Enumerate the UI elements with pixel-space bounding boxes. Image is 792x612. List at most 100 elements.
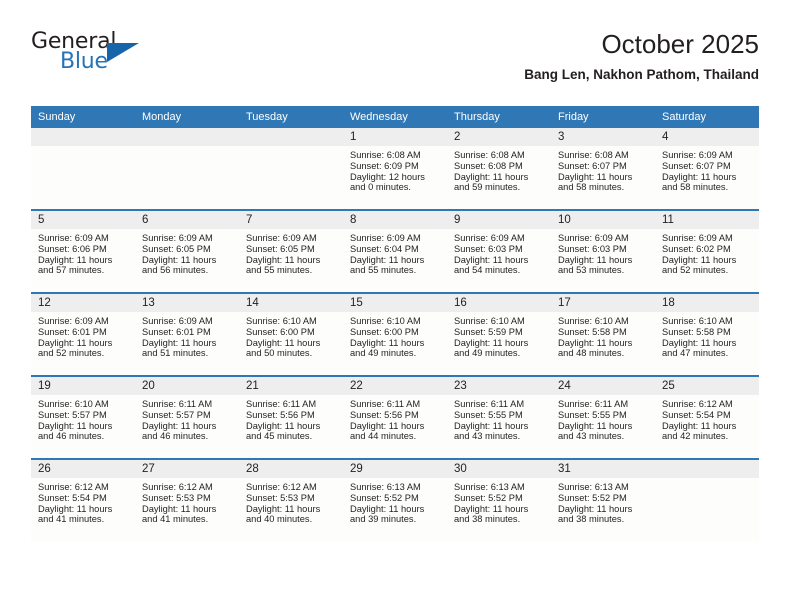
calendar-day-cell[interactable]: 1 Sunrise: 6:08 AM Sunset: 6:09 PM Daylight…	[343, 128, 447, 210]
sunrise-time: Sunrise: 6:09 AM	[142, 233, 213, 243]
day-number: 23	[447, 377, 551, 395]
day-cell-content: 10 Sunrise: 6:09 AM Sunset: 6:03 PM Dayligh…	[551, 211, 655, 292]
daylight-duration-line1: Daylight: 12 hours	[350, 171, 425, 182]
calendar-day-cell[interactable]: 27 Sunrise: 6:12 AM Sunset: 5:53 PM Dayligh…	[135, 458, 239, 541]
calendar-day-cell[interactable]: 14 Sunrise: 6:10 AM Sunset: 6:00 PM Dayligh…	[239, 292, 343, 376]
sunrise-time: Sunrise: 6:10 AM	[38, 399, 109, 409]
day-number: 18	[655, 294, 759, 312]
day-number	[655, 460, 759, 478]
daylight-duration-line2: and 55 minutes.	[246, 265, 313, 276]
calendar-day-cell[interactable]: 11 Sunrise: 6:09 AM Sunset: 6:02 PM Dayligh…	[655, 209, 759, 293]
daylight-duration-line2: and 49 minutes.	[454, 348, 521, 359]
calendar-day-cell[interactable]: 12 Sunrise: 6:09 AM Sunset: 6:01 PM Dayligh…	[31, 292, 135, 376]
daylight-duration-line1: Daylight: 11 hours	[142, 337, 217, 348]
daylight-duration-line1: Daylight: 11 hours	[454, 254, 529, 265]
calendar-day-cell[interactable]: 31 Sunrise: 6:13 AM Sunset: 5:52 PM Dayligh…	[551, 458, 655, 541]
sunrise-time: Sunrise: 6:09 AM	[662, 233, 733, 243]
sunset-time: Sunset: 5:56 PM	[246, 409, 315, 420]
calendar-day-cell[interactable]: 18 Sunrise: 6:10 AM Sunset: 5:58 PM Dayligh…	[655, 292, 759, 376]
calendar-day-cell[interactable]: 2 Sunrise: 6:08 AM Sunset: 6:08 PM Daylight…	[447, 128, 551, 210]
calendar-day-cell[interactable]: 8 Sunrise: 6:09 AM Sunset: 6:04 PM Daylight…	[343, 209, 447, 293]
calendar-day-cell[interactable]: 3 Sunrise: 6:08 AM Sunset: 6:07 PM Daylight…	[551, 128, 655, 210]
sunrise-sunset-calendar: Sunday Monday Tuesday Wednesday Thursday…	[31, 106, 759, 541]
sunrise-time: Sunrise: 6:10 AM	[662, 316, 733, 326]
generalblue-logo[interactable]: General Blue	[31, 30, 166, 80]
daylight-duration-line1: Daylight: 11 hours	[454, 171, 529, 182]
weekday-header-wednesday: Wednesday	[343, 106, 447, 128]
sunset-time: Sunset: 5:52 PM	[350, 492, 419, 503]
calendar-week-row: 12 Sunrise: 6:09 AM Sunset: 6:01 PM Dayligh…	[31, 292, 759, 376]
calendar-day-cell[interactable]: 5 Sunrise: 6:09 AM Sunset: 6:06 PM Daylight…	[31, 209, 135, 293]
calendar-day-cell[interactable]: 9 Sunrise: 6:09 AM Sunset: 6:03 PM Daylight…	[447, 209, 551, 293]
weekday-header-saturday: Saturday	[655, 106, 759, 128]
calendar-day-cell[interactable]: 17 Sunrise: 6:10 AM Sunset: 5:58 PM Dayligh…	[551, 292, 655, 376]
calendar-day-cell[interactable]: 6 Sunrise: 6:09 AM Sunset: 6:05 PM Daylight…	[135, 209, 239, 293]
daylight-duration-line2: and 58 minutes.	[558, 182, 625, 193]
title-block: October 2025 Bang Len, Nakhon Pathom, Th…	[524, 28, 759, 85]
daylight-duration-line1: Daylight: 11 hours	[38, 254, 113, 265]
sunset-time: Sunset: 6:07 PM	[662, 160, 731, 171]
sunrise-time: Sunrise: 6:11 AM	[142, 399, 213, 409]
calendar-day-cell[interactable]: 19 Sunrise: 6:10 AM Sunset: 5:57 PM Dayligh…	[31, 375, 135, 459]
calendar-day-cell[interactable]: 4 Sunrise: 6:09 AM Sunset: 6:07 PM Daylight…	[655, 128, 759, 210]
calendar-day-cell[interactable]: 15 Sunrise: 6:10 AM Sunset: 6:00 PM Dayligh…	[343, 292, 447, 376]
daylight-duration-line2: and 46 minutes.	[142, 431, 209, 442]
day-cell-content: 24 Sunrise: 6:11 AM Sunset: 5:55 PM Dayligh…	[551, 377, 655, 458]
day-number: 31	[551, 460, 655, 478]
calendar-day-cell[interactable]: 26 Sunrise: 6:12 AM Sunset: 5:54 PM Dayligh…	[31, 458, 135, 541]
day-details: Sunrise: 6:10 AM Sunset: 5:59 PM Daylight:…	[447, 312, 551, 359]
calendar-day-cell[interactable]: 16 Sunrise: 6:10 AM Sunset: 5:59 PM Dayligh…	[447, 292, 551, 376]
daylight-duration-line1: Daylight: 11 hours	[350, 420, 425, 431]
day-cell-content: 22 Sunrise: 6:11 AM Sunset: 5:56 PM Dayligh…	[343, 377, 447, 458]
sunset-time: Sunset: 5:59 PM	[454, 326, 523, 337]
calendar-week-row: 5 Sunrise: 6:09 AM Sunset: 6:06 PM Daylight…	[31, 209, 759, 293]
sunset-time: Sunset: 5:52 PM	[558, 492, 627, 503]
day-number: 24	[551, 377, 655, 395]
calendar-day-cell[interactable]: 24 Sunrise: 6:11 AM Sunset: 5:55 PM Dayligh…	[551, 375, 655, 459]
weekday-header-thursday: Thursday	[447, 106, 551, 128]
day-details: Sunrise: 6:11 AM Sunset: 5:56 PM Daylight:…	[343, 395, 447, 442]
daylight-duration-line1: Daylight: 11 hours	[246, 503, 321, 514]
day-number: 7	[239, 211, 343, 229]
weekday-header-friday: Friday	[551, 106, 655, 128]
calendar-day-cell[interactable]: 20 Sunrise: 6:11 AM Sunset: 5:57 PM Dayligh…	[135, 375, 239, 459]
day-cell-content: 12 Sunrise: 6:09 AM Sunset: 6:01 PM Dayligh…	[31, 294, 135, 375]
daylight-duration-line2: and 51 minutes.	[142, 348, 209, 359]
daylight-duration-line2: and 52 minutes.	[38, 348, 105, 359]
calendar-day-cell[interactable]: 28 Sunrise: 6:12 AM Sunset: 5:53 PM Dayligh…	[239, 458, 343, 541]
daylight-duration-line2: and 45 minutes.	[246, 431, 313, 442]
calendar-day-cell[interactable]: 29 Sunrise: 6:13 AM Sunset: 5:52 PM Dayligh…	[343, 458, 447, 541]
sunset-time: Sunset: 5:55 PM	[454, 409, 523, 420]
day-cell-content: 11 Sunrise: 6:09 AM Sunset: 6:02 PM Dayligh…	[655, 211, 759, 292]
day-number: 11	[655, 211, 759, 229]
day-cell-content: 6 Sunrise: 6:09 AM Sunset: 6:05 PM Daylight…	[135, 211, 239, 292]
daylight-duration-line2: and 0 minutes.	[350, 182, 411, 193]
calendar-day-cell[interactable]: 21 Sunrise: 6:11 AM Sunset: 5:56 PM Dayligh…	[239, 375, 343, 459]
sunset-time: Sunset: 5:54 PM	[662, 409, 731, 420]
day-number: 14	[239, 294, 343, 312]
day-number: 20	[135, 377, 239, 395]
day-cell-content: 30 Sunrise: 6:13 AM Sunset: 5:52 PM Dayligh…	[447, 460, 551, 541]
daylight-duration-line2: and 44 minutes.	[350, 431, 417, 442]
calendar-day-cell[interactable]: 13 Sunrise: 6:09 AM Sunset: 6:01 PM Dayligh…	[135, 292, 239, 376]
day-number: 28	[239, 460, 343, 478]
day-details: Sunrise: 6:13 AM Sunset: 5:52 PM Daylight:…	[447, 478, 551, 525]
weekday-header-monday: Monday	[135, 106, 239, 128]
calendar-day-cell[interactable]: 25 Sunrise: 6:12 AM Sunset: 5:54 PM Dayligh…	[655, 375, 759, 459]
sunrise-time: Sunrise: 6:09 AM	[38, 233, 109, 243]
calendar-day-cell[interactable]: 23 Sunrise: 6:11 AM Sunset: 5:55 PM Dayligh…	[447, 375, 551, 459]
calendar-day-cell[interactable]: 7 Sunrise: 6:09 AM Sunset: 6:05 PM Daylight…	[239, 209, 343, 293]
day-number: 4	[655, 128, 759, 146]
calendar-day-cell[interactable]: 10 Sunrise: 6:09 AM Sunset: 6:03 PM Dayligh…	[551, 209, 655, 293]
day-details: Sunrise: 6:10 AM Sunset: 5:58 PM Daylight:…	[551, 312, 655, 359]
sunrise-time: Sunrise: 6:11 AM	[350, 399, 421, 409]
day-cell-content	[31, 128, 135, 209]
calendar-body: 1 Sunrise: 6:08 AM Sunset: 6:09 PM Daylight…	[31, 128, 759, 541]
day-number: 22	[343, 377, 447, 395]
daylight-duration-line1: Daylight: 11 hours	[350, 254, 425, 265]
page-title: October 2025	[601, 29, 759, 59]
day-cell-content: 8 Sunrise: 6:09 AM Sunset: 6:04 PM Daylight…	[343, 211, 447, 292]
calendar-day-cell[interactable]: 30 Sunrise: 6:13 AM Sunset: 5:52 PM Dayligh…	[447, 458, 551, 541]
calendar-day-cell[interactable]: 22 Sunrise: 6:11 AM Sunset: 5:56 PM Dayligh…	[343, 375, 447, 459]
day-details: Sunrise: 6:10 AM Sunset: 5:57 PM Daylight:…	[31, 395, 135, 442]
